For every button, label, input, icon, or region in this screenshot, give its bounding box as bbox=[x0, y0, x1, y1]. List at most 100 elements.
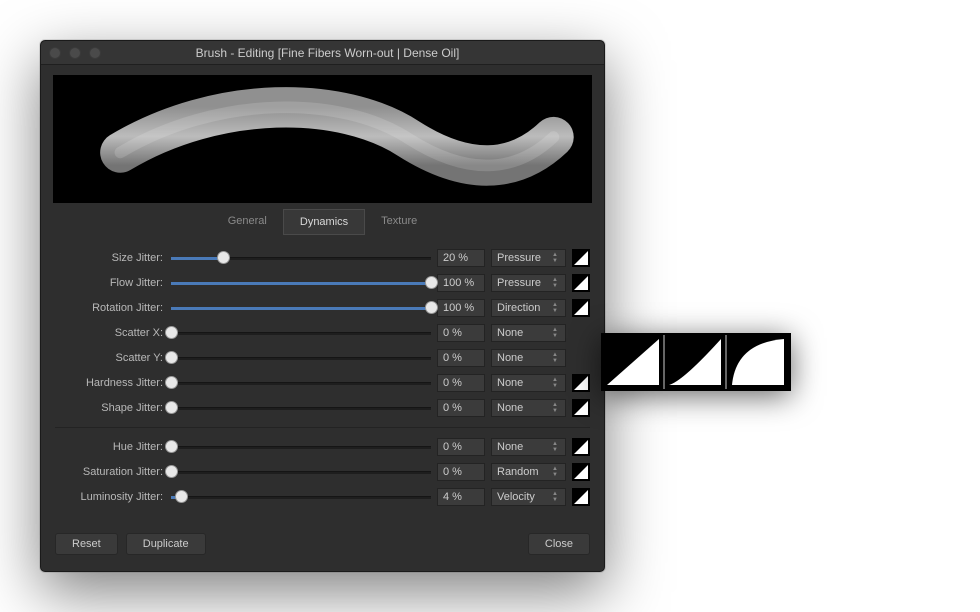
label-hue: Hue Jitter: bbox=[55, 441, 165, 453]
label-flow: Flow Jitter: bbox=[55, 277, 165, 289]
slider-thumb[interactable] bbox=[165, 440, 178, 453]
label-scattery: Scatter Y: bbox=[55, 352, 165, 364]
slider-rotation[interactable] bbox=[171, 300, 431, 316]
mode-select-saturation[interactable]: Random ▲▼ bbox=[491, 463, 566, 481]
label-rotation: Rotation Jitter: bbox=[55, 302, 165, 314]
row-shape: Shape Jitter: 0 % None ▲▼ bbox=[55, 397, 590, 419]
tab-texture[interactable]: Texture bbox=[365, 209, 433, 235]
mode-label: Pressure bbox=[497, 250, 541, 266]
mode-select-shape[interactable]: None ▲▼ bbox=[491, 399, 566, 417]
slider-thumb[interactable] bbox=[165, 401, 178, 414]
mode-select-hue[interactable]: None ▲▼ bbox=[491, 438, 566, 456]
row-size: Size Jitter: 20 % Pressure ▲▼ bbox=[55, 247, 590, 269]
curve-option-ease-in[interactable] bbox=[665, 335, 727, 389]
close-button[interactable]: Close bbox=[528, 533, 590, 555]
curve-option-ease-out[interactable] bbox=[727, 335, 789, 389]
curve-popout bbox=[601, 333, 791, 391]
duplicate-button[interactable]: Duplicate bbox=[126, 533, 206, 555]
tab-dynamics[interactable]: Dynamics bbox=[283, 209, 365, 235]
slider-hue[interactable] bbox=[171, 439, 431, 455]
label-hardness: Hardness Jitter: bbox=[55, 377, 165, 389]
brush-editor-window: Brush - Editing [Fine Fibers Worn-out | … bbox=[40, 40, 605, 572]
value-saturation[interactable]: 0 % bbox=[437, 463, 485, 481]
slider-hardness[interactable] bbox=[171, 375, 431, 391]
slider-scattery[interactable] bbox=[171, 350, 431, 366]
reset-button[interactable]: Reset bbox=[55, 533, 118, 555]
slider-thumb[interactable] bbox=[425, 301, 438, 314]
slider-thumb[interactable] bbox=[165, 351, 178, 364]
stepper-icon: ▲▼ bbox=[552, 252, 560, 264]
value-flow[interactable]: 100 % bbox=[437, 274, 485, 292]
curve-button-saturation[interactable] bbox=[572, 463, 590, 481]
slider-thumb[interactable] bbox=[165, 376, 178, 389]
row-luminosity: Luminosity Jitter: 4 % Velocity ▲▼ bbox=[55, 486, 590, 508]
label-shape: Shape Jitter: bbox=[55, 402, 165, 414]
footer: Reset Duplicate Close bbox=[41, 521, 604, 571]
mode-label: Direction bbox=[497, 300, 540, 316]
mode-select-hardness[interactable]: None ▲▼ bbox=[491, 374, 566, 392]
row-scattery: Scatter Y: 0 % None ▲▼ bbox=[55, 347, 590, 369]
mode-label: Velocity bbox=[497, 489, 535, 505]
stepper-icon: ▲▼ bbox=[552, 277, 560, 289]
slider-shape[interactable] bbox=[171, 400, 431, 416]
slider-luminosity[interactable] bbox=[171, 489, 431, 505]
mode-select-flow[interactable]: Pressure ▲▼ bbox=[491, 274, 566, 292]
stepper-icon: ▲▼ bbox=[552, 302, 560, 314]
row-hue: Hue Jitter: 0 % None ▲▼ bbox=[55, 436, 590, 458]
mode-select-scattery[interactable]: None ▲▼ bbox=[491, 349, 566, 367]
brush-stroke-icon bbox=[53, 75, 592, 203]
curve-button-hardness[interactable] bbox=[572, 374, 590, 392]
mode-select-size[interactable]: Pressure ▲▼ bbox=[491, 249, 566, 267]
slider-flow[interactable] bbox=[171, 275, 431, 291]
value-rotation[interactable]: 100 % bbox=[437, 299, 485, 317]
tab-general[interactable]: General bbox=[212, 209, 283, 235]
curve-button-size[interactable] bbox=[572, 249, 590, 267]
mode-label: None bbox=[497, 325, 523, 341]
window-title: Brush - Editing [Fine Fibers Worn-out | … bbox=[59, 46, 596, 60]
curve-button-flow[interactable] bbox=[572, 274, 590, 292]
slider-scatterx[interactable] bbox=[171, 325, 431, 341]
slider-thumb[interactable] bbox=[425, 276, 438, 289]
mode-label: None bbox=[497, 350, 523, 366]
row-saturation: Saturation Jitter:0 %Random▲▼ bbox=[55, 461, 590, 483]
stepper-icon: ▲▼ bbox=[552, 466, 560, 478]
value-size[interactable]: 20 % bbox=[437, 249, 485, 267]
value-scattery[interactable]: 0 % bbox=[437, 349, 485, 367]
row-hardness: Hardness Jitter: 0 % None ▲▼ bbox=[55, 372, 590, 394]
stepper-icon: ▲▼ bbox=[552, 441, 560, 453]
mode-select-scatterx[interactable]: None ▲▼ bbox=[491, 324, 566, 342]
stepper-icon: ▲▼ bbox=[552, 327, 560, 339]
curve-option-linear[interactable] bbox=[603, 335, 665, 389]
mode-select-luminosity[interactable]: Velocity ▲▼ bbox=[491, 488, 566, 506]
mode-label: Random bbox=[497, 464, 539, 480]
slider-thumb[interactable] bbox=[175, 490, 188, 503]
row-scatterx: Scatter X:0 %None▲▼ bbox=[55, 322, 590, 344]
divider bbox=[55, 427, 590, 428]
value-scatterx[interactable]: 0 % bbox=[437, 324, 485, 342]
slider-thumb[interactable] bbox=[165, 465, 178, 478]
value-hardness[interactable]: 0 % bbox=[437, 374, 485, 392]
value-hue[interactable]: 0 % bbox=[437, 438, 485, 456]
curve-button-hue[interactable] bbox=[572, 438, 590, 456]
mode-label: None bbox=[497, 400, 523, 416]
slider-size[interactable] bbox=[171, 250, 431, 266]
mode-select-rotation[interactable]: Direction ▲▼ bbox=[491, 299, 566, 317]
value-shape[interactable]: 0 % bbox=[437, 399, 485, 417]
stepper-icon: ▲▼ bbox=[552, 491, 560, 503]
slider-saturation[interactable] bbox=[171, 464, 431, 480]
curve-button-shape[interactable] bbox=[572, 399, 590, 417]
stepper-icon: ▲▼ bbox=[552, 402, 560, 414]
stepper-icon: ▲▼ bbox=[552, 352, 560, 364]
mode-label: None bbox=[497, 375, 523, 391]
value-luminosity[interactable]: 4 % bbox=[437, 488, 485, 506]
curve-button-rotation[interactable] bbox=[572, 299, 590, 317]
curve-button-luminosity[interactable] bbox=[572, 488, 590, 506]
stepper-icon: ▲▼ bbox=[552, 377, 560, 389]
slider-thumb[interactable] bbox=[165, 326, 178, 339]
slider-thumb[interactable] bbox=[217, 251, 230, 264]
label-size: Size Jitter: bbox=[55, 252, 165, 264]
mode-label: None bbox=[497, 439, 523, 455]
label-luminosity: Luminosity Jitter: bbox=[55, 491, 165, 503]
mode-label: Pressure bbox=[497, 275, 541, 291]
titlebar: Brush - Editing [Fine Fibers Worn-out | … bbox=[41, 41, 604, 65]
